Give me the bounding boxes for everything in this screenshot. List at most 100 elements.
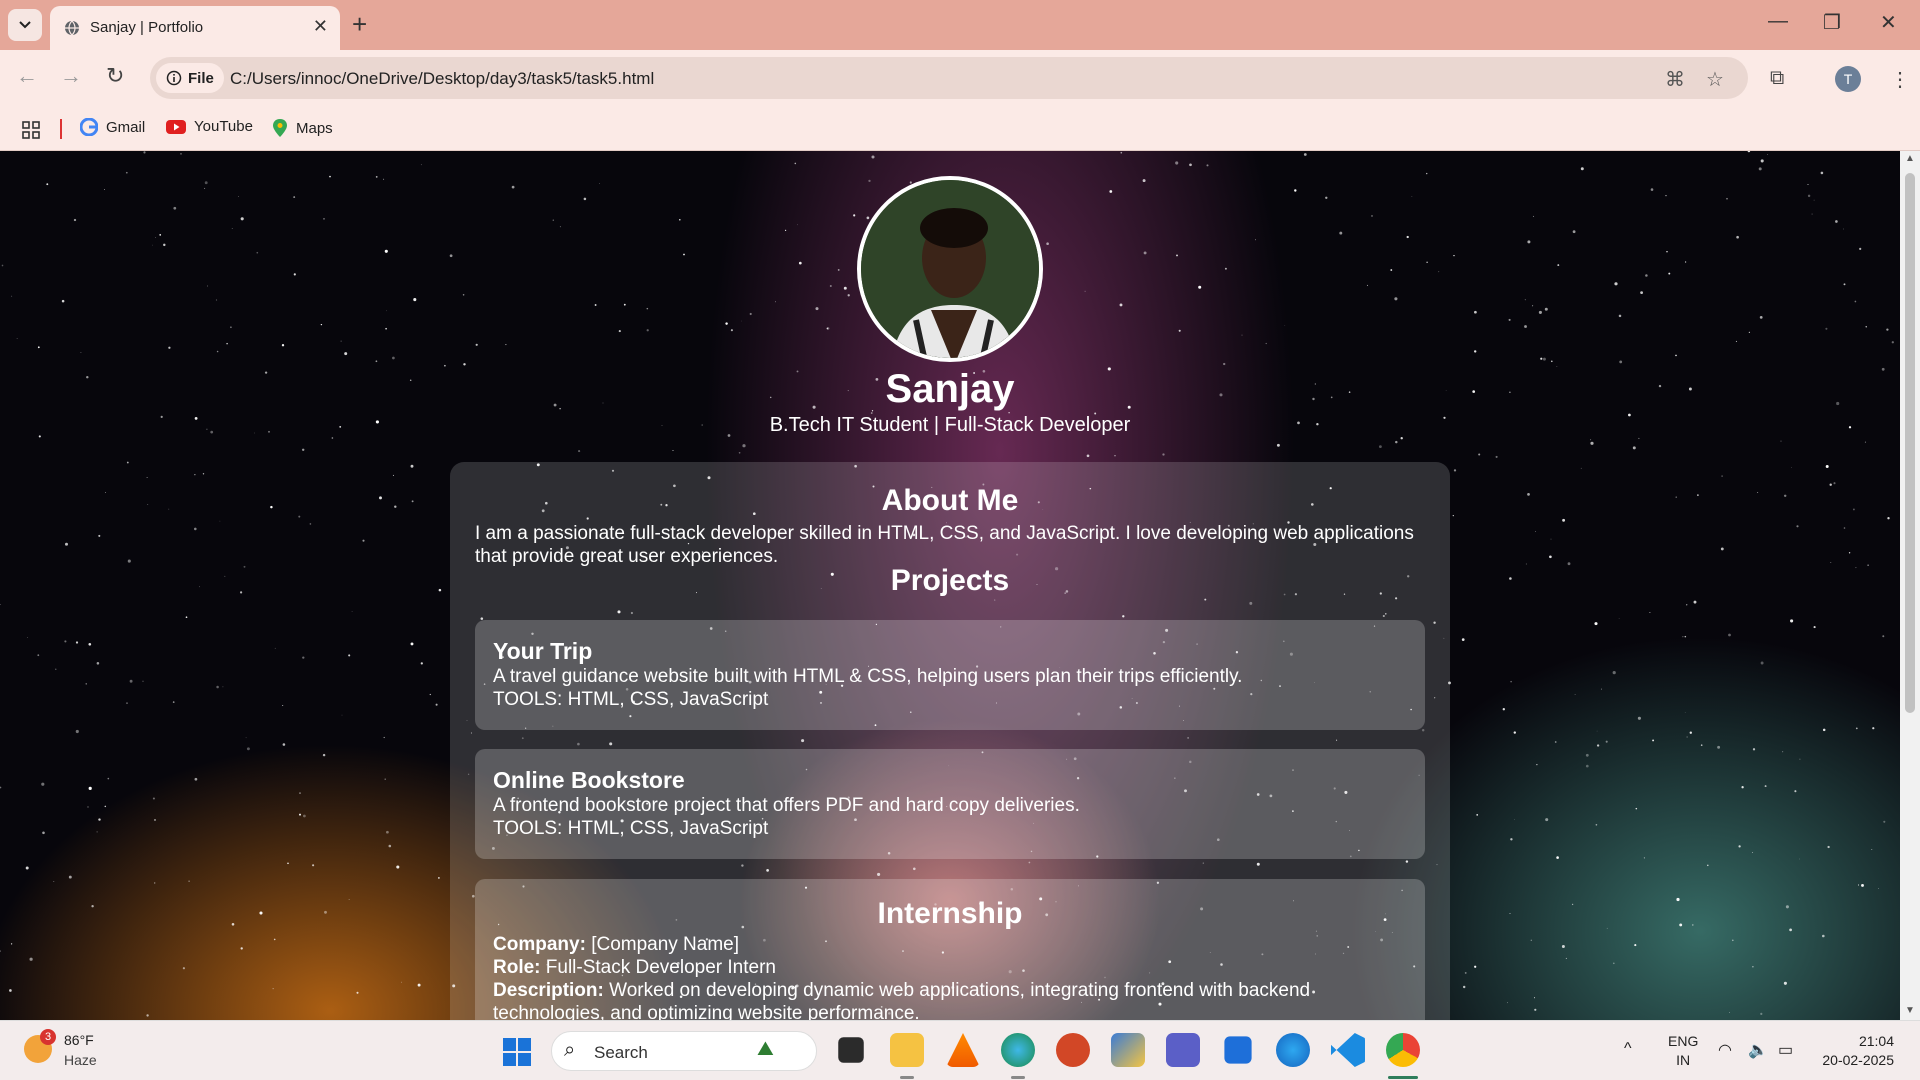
star-dot — [1600, 688, 1602, 690]
star-dot — [837, 268, 840, 271]
menu-kebab-icon[interactable]: ⋮ — [1890, 67, 1910, 92]
new-tab-button[interactable]: + — [352, 10, 367, 38]
star-dot — [129, 679, 133, 683]
star-dot — [98, 818, 101, 821]
star-dot — [1767, 154, 1769, 155]
weather-badge: 3 — [40, 1029, 56, 1045]
volume-icon[interactable]: 🔈 — [1748, 1040, 1768, 1060]
taskbar-search[interactable]: ⌕ Search ⛰ — [551, 1031, 817, 1071]
star-dot — [1857, 884, 1860, 886]
star-dot — [1464, 971, 1467, 974]
star-dot — [1843, 283, 1846, 286]
star-dot — [348, 899, 350, 900]
about-text: I am a passionate full-stack developer s… — [475, 523, 1414, 567]
start-button[interactable] — [503, 1038, 531, 1066]
star-dot — [1510, 838, 1513, 841]
star-dot — [1717, 745, 1721, 749]
language-indicator[interactable]: ENG IN — [1668, 1032, 1698, 1070]
star-dot — [299, 813, 301, 816]
battery-icon[interactable]: ▭ — [1778, 1040, 1793, 1060]
bookmark-youtube[interactable]: YouTube — [166, 118, 253, 135]
star-dot — [1114, 454, 1116, 457]
star-dot — [281, 344, 285, 347]
tab-search-button[interactable] — [8, 9, 42, 41]
bookmarks-separator — [60, 119, 62, 139]
python-icon[interactable] — [1111, 1033, 1145, 1067]
profile-avatar[interactable]: T — [1835, 66, 1861, 92]
address-bar[interactable]: File C:/Users/innoc/OneDrive/Desktop/day… — [150, 57, 1748, 99]
star-dot — [435, 703, 438, 706]
star-dot — [1640, 291, 1643, 294]
star-dot — [1580, 167, 1584, 171]
restore-icon[interactable]: ❐ — [1823, 10, 1841, 35]
project-description: A travel guidance website built with HTM… — [493, 666, 1243, 687]
star-dot — [1822, 934, 1825, 938]
star-dot — [320, 323, 323, 326]
star-dot — [1549, 555, 1552, 559]
teams-icon[interactable] — [1166, 1033, 1200, 1067]
star-dot — [1726, 197, 1728, 200]
star-dot — [392, 356, 395, 360]
vlc-icon[interactable] — [946, 1033, 980, 1067]
star-dot — [46, 183, 49, 186]
url-text[interactable]: C:/Users/innoc/OneDrive/Desktop/day3/tas… — [230, 69, 654, 89]
wifi-icon[interactable]: ◠ — [1718, 1040, 1732, 1060]
star-dot — [384, 778, 386, 780]
browser-tab-bar: Sanjay | Portfolio ✕ + — ❐ ✕ — [0, 0, 1920, 50]
star-dot — [293, 273, 296, 276]
star-dot — [312, 864, 315, 867]
translate-icon[interactable]: ⌘ — [1665, 67, 1685, 92]
chrome-icon[interactable] — [1386, 1033, 1420, 1067]
bookmark-star-icon[interactable]: ☆ — [1706, 67, 1724, 92]
powerpoint-icon[interactable] — [1056, 1033, 1090, 1067]
minimize-icon[interactable]: — — [1768, 10, 1788, 33]
star-dot — [245, 737, 247, 739]
star-dot — [1813, 626, 1816, 629]
weather-temperature[interactable]: 86°F — [64, 1032, 94, 1048]
window-app-icon[interactable] — [1224, 1036, 1252, 1064]
scrollbar-thumb[interactable] — [1905, 173, 1915, 713]
extensions-icon[interactable]: ⧉ — [1770, 67, 1784, 90]
forward-icon[interactable]: → — [60, 64, 82, 88]
star-dot — [88, 786, 92, 791]
star-dot — [1453, 469, 1457, 472]
star-dot — [1534, 1008, 1537, 1011]
reload-icon[interactable]: ↻ — [106, 64, 124, 88]
file-explorer-icon[interactable] — [890, 1033, 924, 1067]
weather-condition[interactable]: Haze — [64, 1052, 97, 1068]
system-clock[interactable]: 21:04 20-02-2025 — [1818, 1032, 1894, 1070]
star-dot — [618, 330, 621, 333]
show-hidden-icons-icon[interactable]: ^ — [1624, 1040, 1632, 1058]
vscode-icon[interactable] — [1331, 1033, 1365, 1067]
star-dot — [386, 830, 389, 834]
star-dot — [182, 967, 185, 970]
tab-close-icon[interactable]: ✕ — [313, 16, 328, 37]
apps-grid-icon[interactable] — [22, 121, 40, 139]
bookmark-gmail[interactable]: Gmail — [80, 118, 145, 136]
bookmark-maps[interactable]: Maps — [272, 118, 333, 138]
help-icon[interactable] — [1276, 1033, 1310, 1067]
star-dot — [1562, 518, 1566, 522]
task-view-icon[interactable] — [838, 1037, 864, 1063]
site-info-chip[interactable]: File — [156, 63, 224, 93]
star-dot — [240, 217, 244, 221]
star-dot — [1732, 939, 1734, 942]
star-dot — [1693, 600, 1697, 604]
internship-card: Internship Company: [Company Name] Role:… — [475, 879, 1425, 1020]
scroll-up-icon[interactable]: ▲ — [1905, 153, 1915, 164]
star-dot — [329, 175, 331, 178]
star-dot — [1474, 310, 1477, 314]
back-icon[interactable]: ← — [16, 64, 38, 88]
edge-icon[interactable] — [1001, 1033, 1035, 1067]
star-dot — [1692, 924, 1694, 926]
scroll-down-icon[interactable]: ▼ — [1905, 1005, 1915, 1016]
page-scrollbar[interactable]: ▲ ▼ — [1900, 151, 1920, 1020]
active-tab[interactable]: Sanjay | Portfolio ✕ — [50, 6, 340, 50]
star-dot — [1534, 997, 1535, 999]
project-description: A frontend bookstore project that offers… — [493, 795, 1080, 816]
star-dot — [725, 322, 728, 325]
star-dot — [75, 729, 79, 734]
close-window-icon[interactable]: ✕ — [1880, 10, 1897, 35]
star-dot — [1612, 671, 1616, 675]
star-dot — [348, 654, 351, 657]
